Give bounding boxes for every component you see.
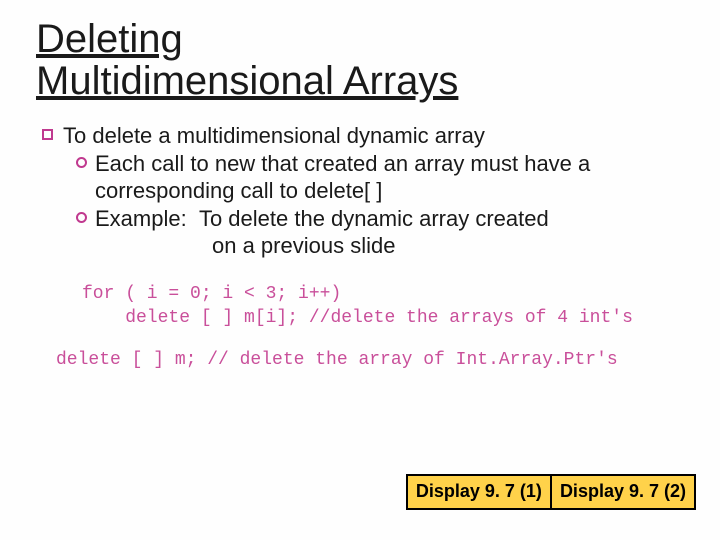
code-block-1: for ( i = 0; i < 3; i++) delete [ ] m[i]… <box>82 282 690 331</box>
code-line: delete [ ] m[i]; //delete the arrays of … <box>82 308 633 328</box>
code-line: delete [ ] m; // delete the array of Int… <box>56 350 618 370</box>
bullet-level-2-item-2: Example: To delete the dynamic array cre… <box>76 205 690 233</box>
sub2-line1: Example: To delete the dynamic array cre… <box>95 205 549 233</box>
sub2-line2: on a previous slide <box>212 232 690 260</box>
example-label: Example: <box>95 206 187 231</box>
code-line: for ( i = 0; i < 3; i++) <box>82 284 341 304</box>
title-line-1: Deleting <box>36 17 183 61</box>
title-line-2: Multidimensional Arrays <box>36 59 458 103</box>
sub1-text: Each call to new that created an array m… <box>95 150 690 205</box>
bullet-level-1: To delete a multidimensional dynamic arr… <box>42 122 690 150</box>
code-block-2: delete [ ] m; // delete the array of Int… <box>56 348 690 372</box>
slide-title: Deleting Multidimensional Arrays <box>36 18 690 102</box>
button-row: Display 9. 7 (1) Display 9. 7 (2) <box>406 474 696 510</box>
example-rest: To delete the dynamic array created <box>199 206 549 231</box>
display-button-1[interactable]: Display 9. 7 (1) <box>406 474 552 510</box>
slide: Deleting Multidimensional Arrays To dele… <box>0 0 720 540</box>
bullet-main-text: To delete a multidimensional dynamic arr… <box>63 122 485 150</box>
circle-bullet-icon <box>76 157 87 168</box>
display-button-2[interactable]: Display 9. 7 (2) <box>550 474 696 510</box>
circle-bullet-icon <box>76 212 87 223</box>
bullet-level-2-item-1: Each call to new that created an array m… <box>76 150 690 205</box>
square-bullet-icon <box>42 129 53 140</box>
